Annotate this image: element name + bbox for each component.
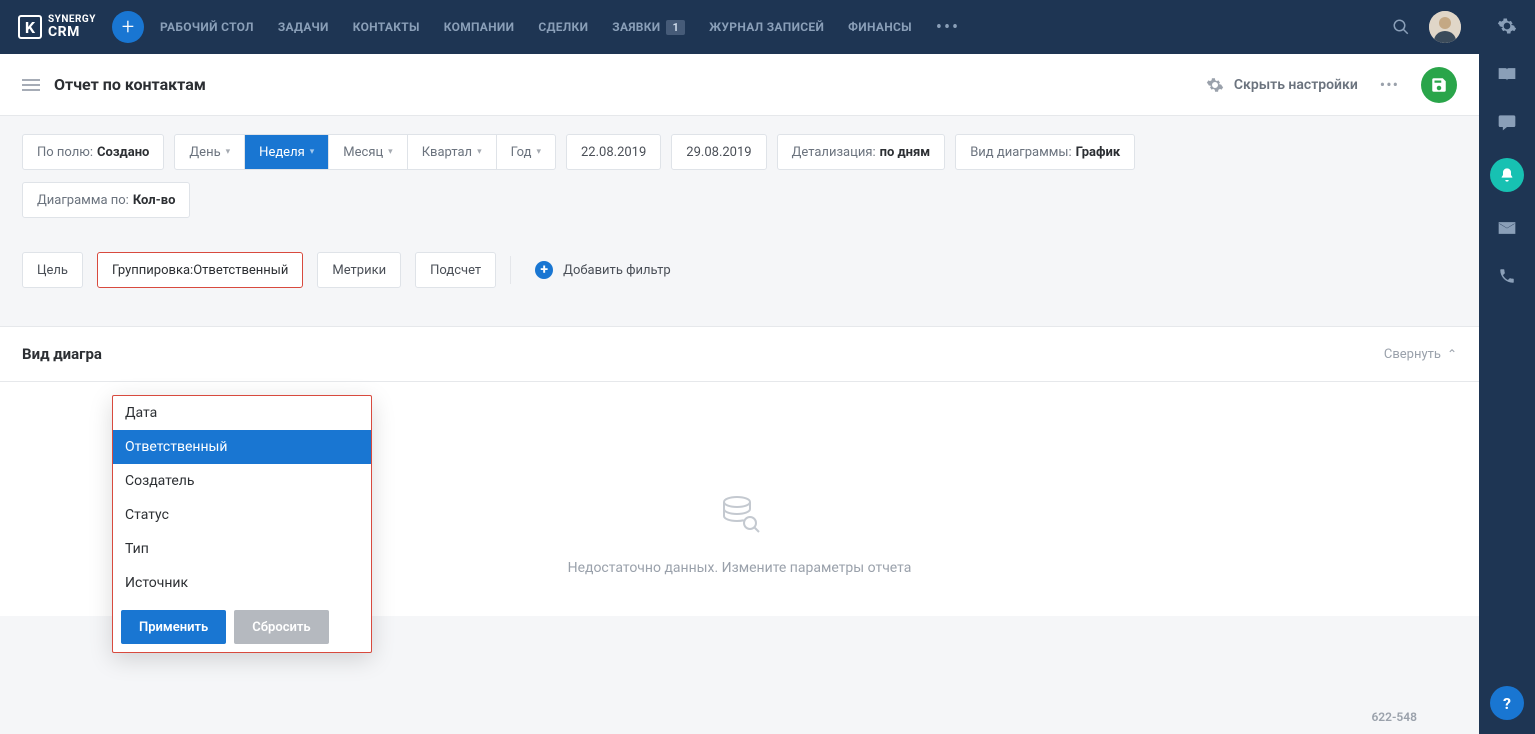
requests-badge: 1 (666, 20, 685, 35)
nav-companies[interactable]: КОМПАНИИ (444, 20, 515, 34)
nav-finance[interactable]: ФИНАНСЫ (848, 20, 912, 34)
rail-chat-icon[interactable] (1495, 110, 1519, 134)
chart-section-title: Вид диагра (22, 345, 102, 363)
tab-grouping[interactable]: Группировка: Ответственный (97, 252, 303, 288)
nav-journal[interactable]: ЖУРНАЛ ЗАПИСЕЙ (709, 20, 824, 34)
version-label: 622-548 (1371, 710, 1417, 724)
nav-dashboard[interactable]: РАБОЧИЙ СТОЛ (160, 20, 254, 34)
page-title: Отчет по контактам (54, 75, 206, 94)
chevron-down-icon: ▾ (477, 147, 482, 157)
rail-notification-icon[interactable] (1490, 158, 1524, 192)
add-button[interactable]: + (112, 11, 144, 43)
field-filter[interactable]: По полю: Создано (22, 134, 164, 170)
rail-book-icon[interactable] (1495, 62, 1519, 86)
chevron-down-icon: ▾ (310, 147, 315, 157)
save-button[interactable] (1421, 67, 1457, 103)
right-rail: ? (1479, 0, 1535, 734)
collapse-button[interactable]: Свернуть ⌃ (1384, 347, 1457, 362)
chart-section-header: Вид диагра Свернуть ⌃ (0, 326, 1479, 382)
period-group: День▾ Неделя▾ Месяц▾ Квартал▾ Год▾ (174, 134, 556, 170)
period-week[interactable]: Неделя▾ (245, 135, 329, 169)
content-area: По полю: Создано День▾ Неделя▾ Месяц▾ Кв… (0, 116, 1479, 734)
search-icon[interactable] (1389, 15, 1413, 39)
chevron-up-icon: ⌃ (1447, 347, 1457, 361)
period-day[interactable]: День▾ (175, 135, 245, 169)
rail-gear-icon[interactable] (1495, 14, 1519, 38)
dropdown-apply-button[interactable]: Применить (121, 610, 226, 644)
nav-tasks[interactable]: ЗАДАЧИ (278, 20, 329, 34)
rail-mail-icon[interactable] (1495, 216, 1519, 240)
dd-option-creator[interactable]: Создатель (113, 464, 371, 498)
date-from[interactable]: 22.08.2019 (566, 134, 661, 170)
divider (510, 256, 511, 284)
period-year[interactable]: Год▾ (497, 135, 555, 169)
period-quarter[interactable]: Квартал▾ (408, 135, 497, 169)
dd-option-status[interactable]: Статус (113, 498, 371, 532)
nav-more-icon[interactable]: ••• (936, 17, 960, 38)
dd-option-date[interactable]: Дата (113, 396, 371, 430)
nav-contacts[interactable]: КОНТАКТЫ (353, 20, 420, 34)
page-header: Отчет по контактам Скрыть настройки ••• (0, 54, 1479, 116)
nav-requests[interactable]: ЗАЯВКИ 1 (612, 20, 685, 35)
brand-logo[interactable]: K SYNERGY CRM (18, 15, 96, 39)
top-nav: K SYNERGY CRM + РАБОЧИЙ СТОЛ ЗАДАЧИ КОНТ… (0, 0, 1479, 54)
period-month[interactable]: Месяц▾ (329, 135, 407, 169)
dropdown-reset-button[interactable]: Сбросить (234, 610, 328, 644)
save-icon (1430, 76, 1448, 94)
dd-option-responsible[interactable]: Ответственный (113, 430, 371, 464)
empty-data-icon (719, 492, 761, 534)
gear-icon (1206, 76, 1224, 94)
user-avatar[interactable] (1429, 11, 1461, 43)
menu-icon[interactable] (22, 78, 40, 92)
nav-deals[interactable]: СДЕЛКИ (538, 20, 588, 34)
chart-type-filter[interactable]: Вид диаграммы: График (955, 134, 1135, 170)
grouping-dropdown: Дата Ответственный Создатель Статус Тип … (112, 395, 372, 653)
logo-icon: K (18, 15, 42, 39)
date-to[interactable]: 29.08.2019 (671, 134, 766, 170)
dd-option-type[interactable]: Тип (113, 532, 371, 566)
hide-settings-button[interactable]: Скрыть настройки (1206, 76, 1358, 94)
chevron-down-icon: ▾ (536, 147, 541, 157)
tab-metrics[interactable]: Метрики (317, 252, 401, 288)
diagram-by-filter[interactable]: Диаграмма по: Кол-во (22, 182, 190, 218)
rail-help-button[interactable]: ? (1490, 686, 1524, 720)
chevron-down-icon: ▾ (388, 147, 393, 157)
dd-option-source[interactable]: Источник (113, 566, 371, 600)
header-more-icon[interactable]: ••• (1372, 75, 1407, 94)
brand-line2: CRM (48, 25, 96, 39)
tab-count[interactable]: Подсчет (415, 252, 496, 288)
detail-filter[interactable]: Детализация: по дням (777, 134, 946, 170)
rail-phone-icon[interactable] (1495, 264, 1519, 288)
tab-target[interactable]: Цель (22, 252, 83, 288)
plus-circle-icon: + (535, 261, 553, 279)
add-filter-button[interactable]: + Добавить фильтр (525, 261, 681, 279)
chevron-down-icon: ▾ (226, 147, 231, 157)
